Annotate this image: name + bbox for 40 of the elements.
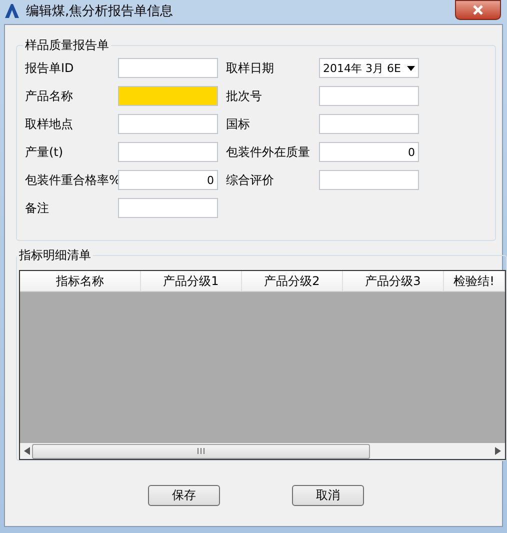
input-field[interactable]: 0 bbox=[118, 170, 218, 190]
column-header[interactable]: 产品分级3 bbox=[343, 271, 444, 291]
field-label: 报告单ID bbox=[25, 60, 75, 76]
field-label: 取样日期 bbox=[226, 60, 275, 76]
grip-icon bbox=[197, 448, 205, 454]
group-title: 指标明细清单 bbox=[18, 247, 92, 264]
field-label: 取样地点 bbox=[25, 116, 74, 132]
field-label: 产量(t) bbox=[25, 144, 64, 160]
app-logo-icon bbox=[4, 3, 20, 19]
date-picker[interactable]: 2014年 3月 6E bbox=[319, 58, 419, 78]
field-label: 包装件外在质量 bbox=[226, 144, 311, 160]
column-header[interactable]: 产品分级2 bbox=[242, 271, 343, 291]
close-icon bbox=[473, 5, 483, 15]
group-title: 样品质量报告单 bbox=[24, 37, 110, 54]
column-header[interactable]: 指标名称 bbox=[20, 271, 141, 291]
field-label: 批次号 bbox=[226, 88, 263, 104]
field-label: 产品名称 bbox=[25, 88, 74, 104]
horizontal-scrollbar[interactable] bbox=[20, 443, 505, 459]
field-label: 国标 bbox=[226, 116, 251, 132]
input-field[interactable] bbox=[118, 86, 218, 106]
column-header[interactable]: 检验结! bbox=[444, 271, 505, 291]
input-field[interactable] bbox=[319, 86, 419, 106]
scroll-right-icon[interactable] bbox=[495, 447, 501, 455]
dialog-button[interactable]: 保存 bbox=[148, 485, 220, 506]
field-label: 备注 bbox=[25, 200, 50, 216]
scroll-left-icon[interactable] bbox=[24, 447, 30, 455]
input-field[interactable] bbox=[118, 198, 218, 218]
dialog-button[interactable]: 取消 bbox=[292, 485, 364, 506]
close-button[interactable] bbox=[455, 0, 501, 20]
input-field[interactable] bbox=[319, 170, 419, 190]
input-field[interactable] bbox=[118, 114, 218, 134]
column-header[interactable]: 产品分级1 bbox=[141, 271, 242, 291]
window-title: 编辑煤,焦分析报告单信息 bbox=[26, 3, 174, 20]
input-field[interactable] bbox=[118, 58, 218, 78]
input-field[interactable] bbox=[319, 114, 419, 134]
input-field[interactable] bbox=[118, 142, 218, 162]
date-value: 2014年 3月 6E bbox=[323, 60, 401, 76]
dropdown-arrow-icon bbox=[407, 66, 415, 70]
input-field[interactable]: 0 bbox=[319, 142, 419, 162]
field-label: 综合评价 bbox=[226, 172, 275, 188]
